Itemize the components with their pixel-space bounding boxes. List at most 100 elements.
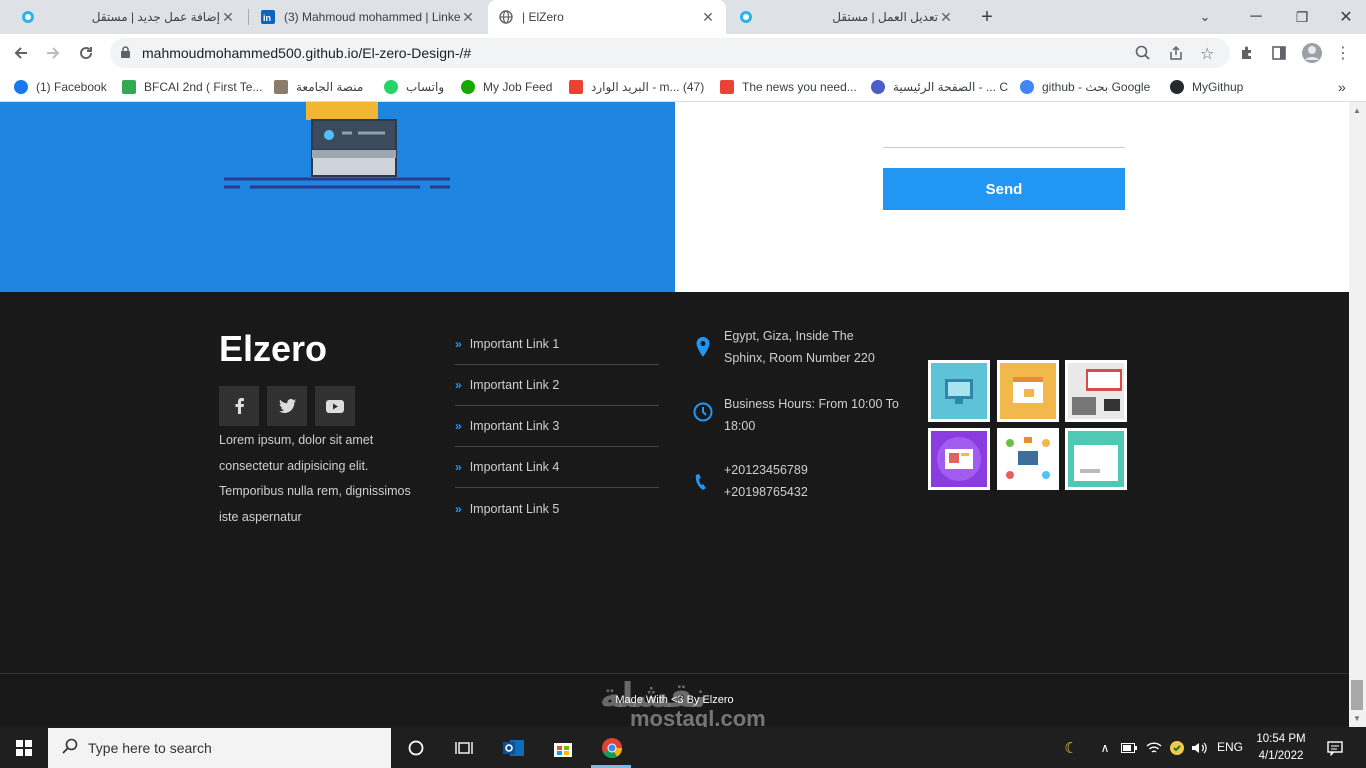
contact-form-area: Send xyxy=(675,102,1349,292)
forward-arrow-icon[interactable] xyxy=(40,40,66,66)
link-label: Important Link 4 xyxy=(469,460,560,474)
double-chevron-right-icon: » xyxy=(455,378,462,392)
computer-illustration-icon xyxy=(224,102,450,189)
tab-mostaql-add-work[interactable]: إضافة عمل جديد | مستقل ✕ xyxy=(10,0,246,34)
bookmark-label: MyGithup xyxy=(1192,80,1244,94)
google-icon xyxy=(1020,80,1034,94)
double-chevron-right-icon: » xyxy=(455,501,462,516)
gallery-thumbnail[interactable] xyxy=(997,360,1059,422)
windows-start-icon[interactable] xyxy=(11,735,37,761)
scroll-up-arrow-icon[interactable]: ▲ xyxy=(1353,106,1361,115)
search-icon xyxy=(62,738,78,759)
cortana-circle-icon[interactable] xyxy=(403,735,429,761)
close-tab-icon[interactable]: ✕ xyxy=(460,9,476,25)
footer-link-1[interactable]: » Important Link 1 xyxy=(455,324,659,365)
restore-button[interactable]: ❐ xyxy=(1282,2,1322,32)
tab-elzero-active[interactable]: | ElZero ✕ xyxy=(488,0,726,34)
menu-kebab-icon[interactable]: ⋮ xyxy=(1330,40,1356,66)
address-bar[interactable]: mahmoudmohammed500.github.io/El-zero-Des… xyxy=(110,38,1230,68)
link-label: Important Link 5 xyxy=(469,501,560,516)
battery-icon[interactable] xyxy=(1116,735,1142,761)
tab-title: إضافة عمل جديد | مستقل xyxy=(91,10,220,24)
footer-business-hours: Business Hours: From 10:00 To 18:00 xyxy=(724,397,899,433)
tab-search-icon[interactable]: ⌄ xyxy=(1192,6,1218,28)
map-marker-icon xyxy=(692,336,714,358)
youtube-icon xyxy=(326,399,344,413)
task-view-icon[interactable] xyxy=(451,735,477,761)
scroll-down-arrow-icon[interactable]: ▼ xyxy=(1353,714,1361,723)
gallery-thumbnail[interactable] xyxy=(1065,428,1127,490)
send-button[interactable]: Send xyxy=(883,168,1125,210)
url-text: mahmoudmohammed500.github.io/El-zero-Des… xyxy=(142,45,472,61)
google-drive-icon xyxy=(122,80,136,94)
side-panel-icon[interactable] xyxy=(1266,40,1292,66)
link-label: Important Link 1 xyxy=(469,337,560,351)
notifications-icon[interactable] xyxy=(1322,735,1348,761)
bookmark-mygithup[interactable]: MyGithup xyxy=(1170,78,1243,96)
profile-avatar[interactable] xyxy=(1299,40,1325,66)
close-tab-icon[interactable]: ✕ xyxy=(700,9,716,25)
facebook-icon xyxy=(235,398,244,414)
gallery-thumbnail[interactable] xyxy=(997,428,1059,490)
footer-address: Egypt, Giza, Inside The Sphinx, Room Num… xyxy=(724,329,875,365)
new-tab-button[interactable]: + xyxy=(974,4,1000,30)
back-arrow-icon[interactable] xyxy=(8,40,34,66)
tab-mostaql-edit-work[interactable]: تعديل العمل | مستقل ✕ xyxy=(728,0,964,34)
facebook-social-button[interactable] xyxy=(219,386,259,426)
mostaql-favicon-icon xyxy=(738,9,754,25)
bookmark-star-icon[interactable]: ☆ xyxy=(1200,44,1214,64)
link-label: Important Link 3 xyxy=(469,419,560,433)
message-textarea[interactable] xyxy=(883,102,1125,148)
zoom-search-icon[interactable] xyxy=(1135,45,1151,66)
twitter-icon xyxy=(278,399,296,413)
more-bookmarks-chevron-icon[interactable]: » xyxy=(1338,78,1346,96)
taskbar-clock[interactable]: 10:54 PM 4/1/2022 xyxy=(1252,731,1310,765)
bookmark-label: واتساب xyxy=(406,80,445,94)
close-window-button[interactable]: ✕ xyxy=(1326,2,1366,32)
bookmark-gmail-inbox[interactable]: البريد الوارد - m... (47) xyxy=(569,78,704,96)
facebook-icon xyxy=(14,80,28,94)
page-scrollbar[interactable]: ▲ ▼ xyxy=(1349,102,1366,727)
footer-link-2[interactable]: » Important Link 2 xyxy=(455,365,659,406)
youtube-social-button[interactable] xyxy=(315,386,355,426)
bookmark-github-search[interactable]: github - بحث Google xyxy=(1020,78,1150,96)
bookmark-label: الصفحة الرئيسية - ... C xyxy=(893,80,1008,94)
search-placeholder: Type here to search xyxy=(88,740,212,756)
footer-link-3[interactable]: » Important Link 3 xyxy=(455,406,659,447)
reload-icon[interactable] xyxy=(73,40,99,66)
minimize-button[interactable]: ─ xyxy=(1236,2,1276,32)
bookmark-whatsapp[interactable]: واتساب xyxy=(384,78,444,96)
show-hidden-icons-chevron-icon[interactable]: ∧ xyxy=(1092,735,1118,761)
bookmark-my-job-feed[interactable]: My Job Feed xyxy=(461,78,552,96)
microsoft-store-icon[interactable] xyxy=(550,735,576,761)
footer-link-4[interactable]: » Important Link 4 xyxy=(455,447,659,488)
outlook-icon[interactable] xyxy=(501,735,527,761)
taskbar-search-box[interactable]: Type here to search xyxy=(48,728,391,768)
tab-title: | ElZero xyxy=(522,10,564,24)
gallery-thumbnail[interactable] xyxy=(928,360,990,422)
bookmark-bfcai[interactable]: BFCAI 2nd ( First Te... xyxy=(122,78,262,96)
tab-linkedin[interactable]: in (3) Mahmoud mohammed | Linkedin ✕ xyxy=(250,0,486,34)
bookmark-home[interactable]: الصفحة الرئيسية - ... C xyxy=(871,78,1008,96)
night-light-moon-icon[interactable]: ☾ xyxy=(1058,735,1084,761)
gallery-thumbnail[interactable] xyxy=(928,428,990,490)
close-tab-icon[interactable]: ✕ xyxy=(938,9,954,25)
volume-icon[interactable] xyxy=(1186,735,1212,761)
bookmarks-bar: (1) Facebook BFCAI 2nd ( First Te... منص… xyxy=(0,72,1366,102)
bookmark-news[interactable]: The news you need... xyxy=(720,78,857,96)
scrollbar-thumb[interactable] xyxy=(1351,680,1363,710)
bookmark-facebook[interactable]: (1) Facebook xyxy=(14,78,107,96)
close-tab-icon[interactable]: ✕ xyxy=(220,9,236,25)
bookmark-label: The news you need... xyxy=(742,80,857,94)
double-chevron-right-icon: » xyxy=(455,337,462,351)
bookmark-label: البريد الوارد - m... (47) xyxy=(591,80,705,94)
tab-title: تعديل العمل | مستقل xyxy=(832,10,938,24)
gallery-thumbnail[interactable] xyxy=(1065,360,1127,422)
bookmark-university[interactable]: منصة الجامعة xyxy=(274,78,363,96)
footer-link-5[interactable]: » Important Link 5 xyxy=(455,488,659,529)
twitter-social-button[interactable] xyxy=(267,386,307,426)
share-icon[interactable] xyxy=(1168,45,1184,66)
chrome-taskbar-icon[interactable] xyxy=(599,735,625,761)
language-indicator[interactable]: ENG xyxy=(1210,740,1250,754)
extensions-puzzle-icon[interactable] xyxy=(1234,40,1260,66)
